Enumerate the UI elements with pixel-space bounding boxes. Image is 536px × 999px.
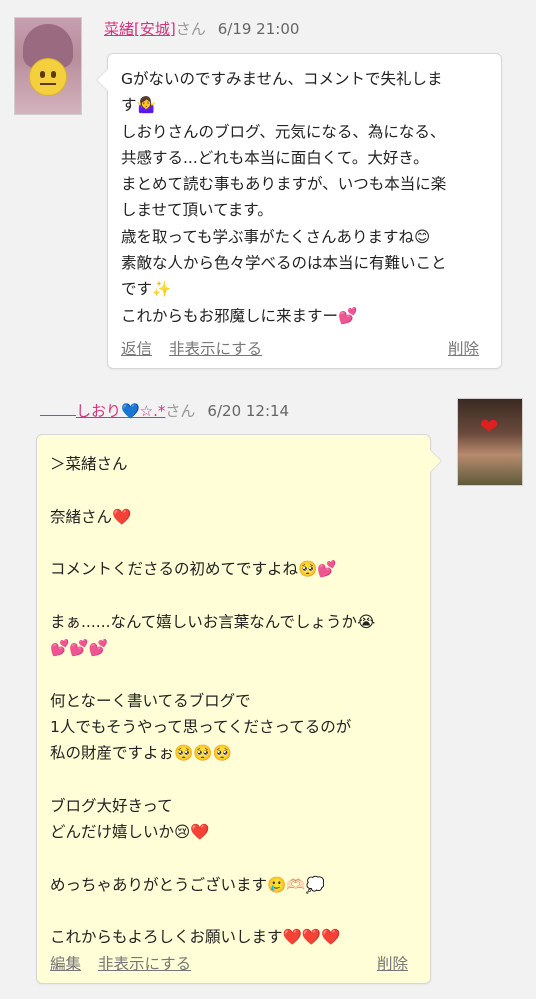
- reply-blank-line: [50, 898, 418, 924]
- comment-line: 共感する...どれも本当に面白くて。大好き。: [121, 148, 429, 167]
- name-underline-decor: [40, 405, 76, 416]
- comment-line: しおりさんのブログ、元気になる、為になる、: [121, 122, 446, 141]
- comment-line: これからもお邪魔しに来ますー💕: [121, 306, 358, 325]
- reply-line: 奈緒さん❤️: [50, 507, 132, 526]
- reply-line: コメントくださるの初めてですよね🥺💕: [50, 560, 337, 579]
- comment-line: しませて頂いてます。: [121, 201, 273, 220]
- eye-icon: [40, 71, 45, 78]
- comment-meta: 菜緒[安城]さん 6/19 21:00: [104, 18, 299, 39]
- reply-link[interactable]: 返信: [121, 340, 152, 358]
- comment-line: Gがないのですみません、コメントで失礼しま: [121, 70, 443, 88]
- reply-line: これからもよろしくお願いします❤️❤️❤️: [50, 928, 341, 947]
- reply-bubble: ＞菜緒さん 奈緒さん❤️ コメントくださるの初めてですよね🥺💕 まぁ......…: [36, 434, 442, 984]
- replier-avatar[interactable]: ❤: [457, 398, 523, 486]
- comment-bubble: Gがないのですみません、コメントで失礼しま す🤷‍♀️ しおりさんのブログ、元気…: [96, 53, 502, 369]
- comment-line: 歳を取っても学ぶ事がたくさんありますね😊: [121, 227, 431, 246]
- delete-link[interactable]: 削除: [377, 952, 408, 974]
- bubble-tail: [96, 68, 108, 92]
- reply-line: どんだけ嬉しいか😢❤️: [50, 823, 210, 842]
- reply-blank-line: [50, 530, 418, 556]
- honorific: さん: [165, 402, 196, 420]
- reply-blank-line: [50, 767, 418, 793]
- hide-link[interactable]: 非表示にする: [169, 340, 262, 358]
- comment-line: です✨: [121, 280, 172, 299]
- honorific: さん: [175, 20, 206, 38]
- heart-icon: ❤: [480, 415, 499, 440]
- reply-line: ＞菜緒さん: [50, 455, 128, 473]
- comment-actions: 返信 非表示にする 削除: [121, 337, 479, 359]
- comment-line: す🤷‍♀️: [121, 96, 156, 115]
- commenter-avatar[interactable]: [14, 17, 82, 115]
- eye-icon: [51, 71, 56, 78]
- reply-blank-line: [50, 661, 418, 687]
- hide-link[interactable]: 非表示にする: [98, 955, 191, 973]
- reply-line: 私の財産ですよぉ🥺🥺🥺: [50, 744, 232, 763]
- reply-blank-line: [50, 582, 418, 608]
- mouth-icon: [40, 83, 56, 85]
- delete-link[interactable]: 削除: [448, 337, 479, 359]
- reply-body: ＞菜緒さん 奈緒さん❤️ コメントくださるの初めてですよね🥺💕 まぁ......…: [50, 451, 418, 951]
- reply-blank-line: [50, 845, 418, 871]
- comment-line: まとめて読む事もありますが、いつも本当に楽: [121, 175, 447, 194]
- reply-blank-line: [50, 477, 418, 503]
- reply-line: ブログ大好きって: [50, 796, 173, 815]
- bubble-tail: [430, 449, 442, 473]
- reply-actions: 編集 非表示にする 削除: [50, 952, 408, 974]
- neutral-face-icon: [29, 58, 67, 96]
- commenter-name-link[interactable]: 菜緒[安城]: [104, 20, 176, 38]
- reply-line: 1人でもそうやって思ってくださってるのが: [50, 717, 352, 736]
- reply-meta: しおり💙☆.*さん 6/20 12:14: [40, 400, 289, 421]
- reply-line: 何となーく書いてるブログで: [50, 691, 251, 710]
- comment-body: Gがないのですみません、コメントで失礼しま す🤷‍♀️ しおりさんのブログ、元気…: [121, 66, 489, 329]
- reply-line: まぁ......なんて嬉しいお言葉なんでしょうか😭: [50, 612, 376, 631]
- comment-line: 素敵な人から色々学べるのは本当に有難いこと: [121, 254, 447, 273]
- replier-name-link[interactable]: しおり💙☆.*: [76, 402, 165, 420]
- comment-date: 6/19 21:00: [217, 20, 300, 38]
- reply-line: めっちゃありがとうございます🥲🫶🏻💭: [50, 875, 325, 894]
- edit-link[interactable]: 編集: [50, 955, 81, 973]
- reply-date: 6/20 12:14: [207, 402, 290, 420]
- reply-line: 💕💕💕: [50, 639, 108, 658]
